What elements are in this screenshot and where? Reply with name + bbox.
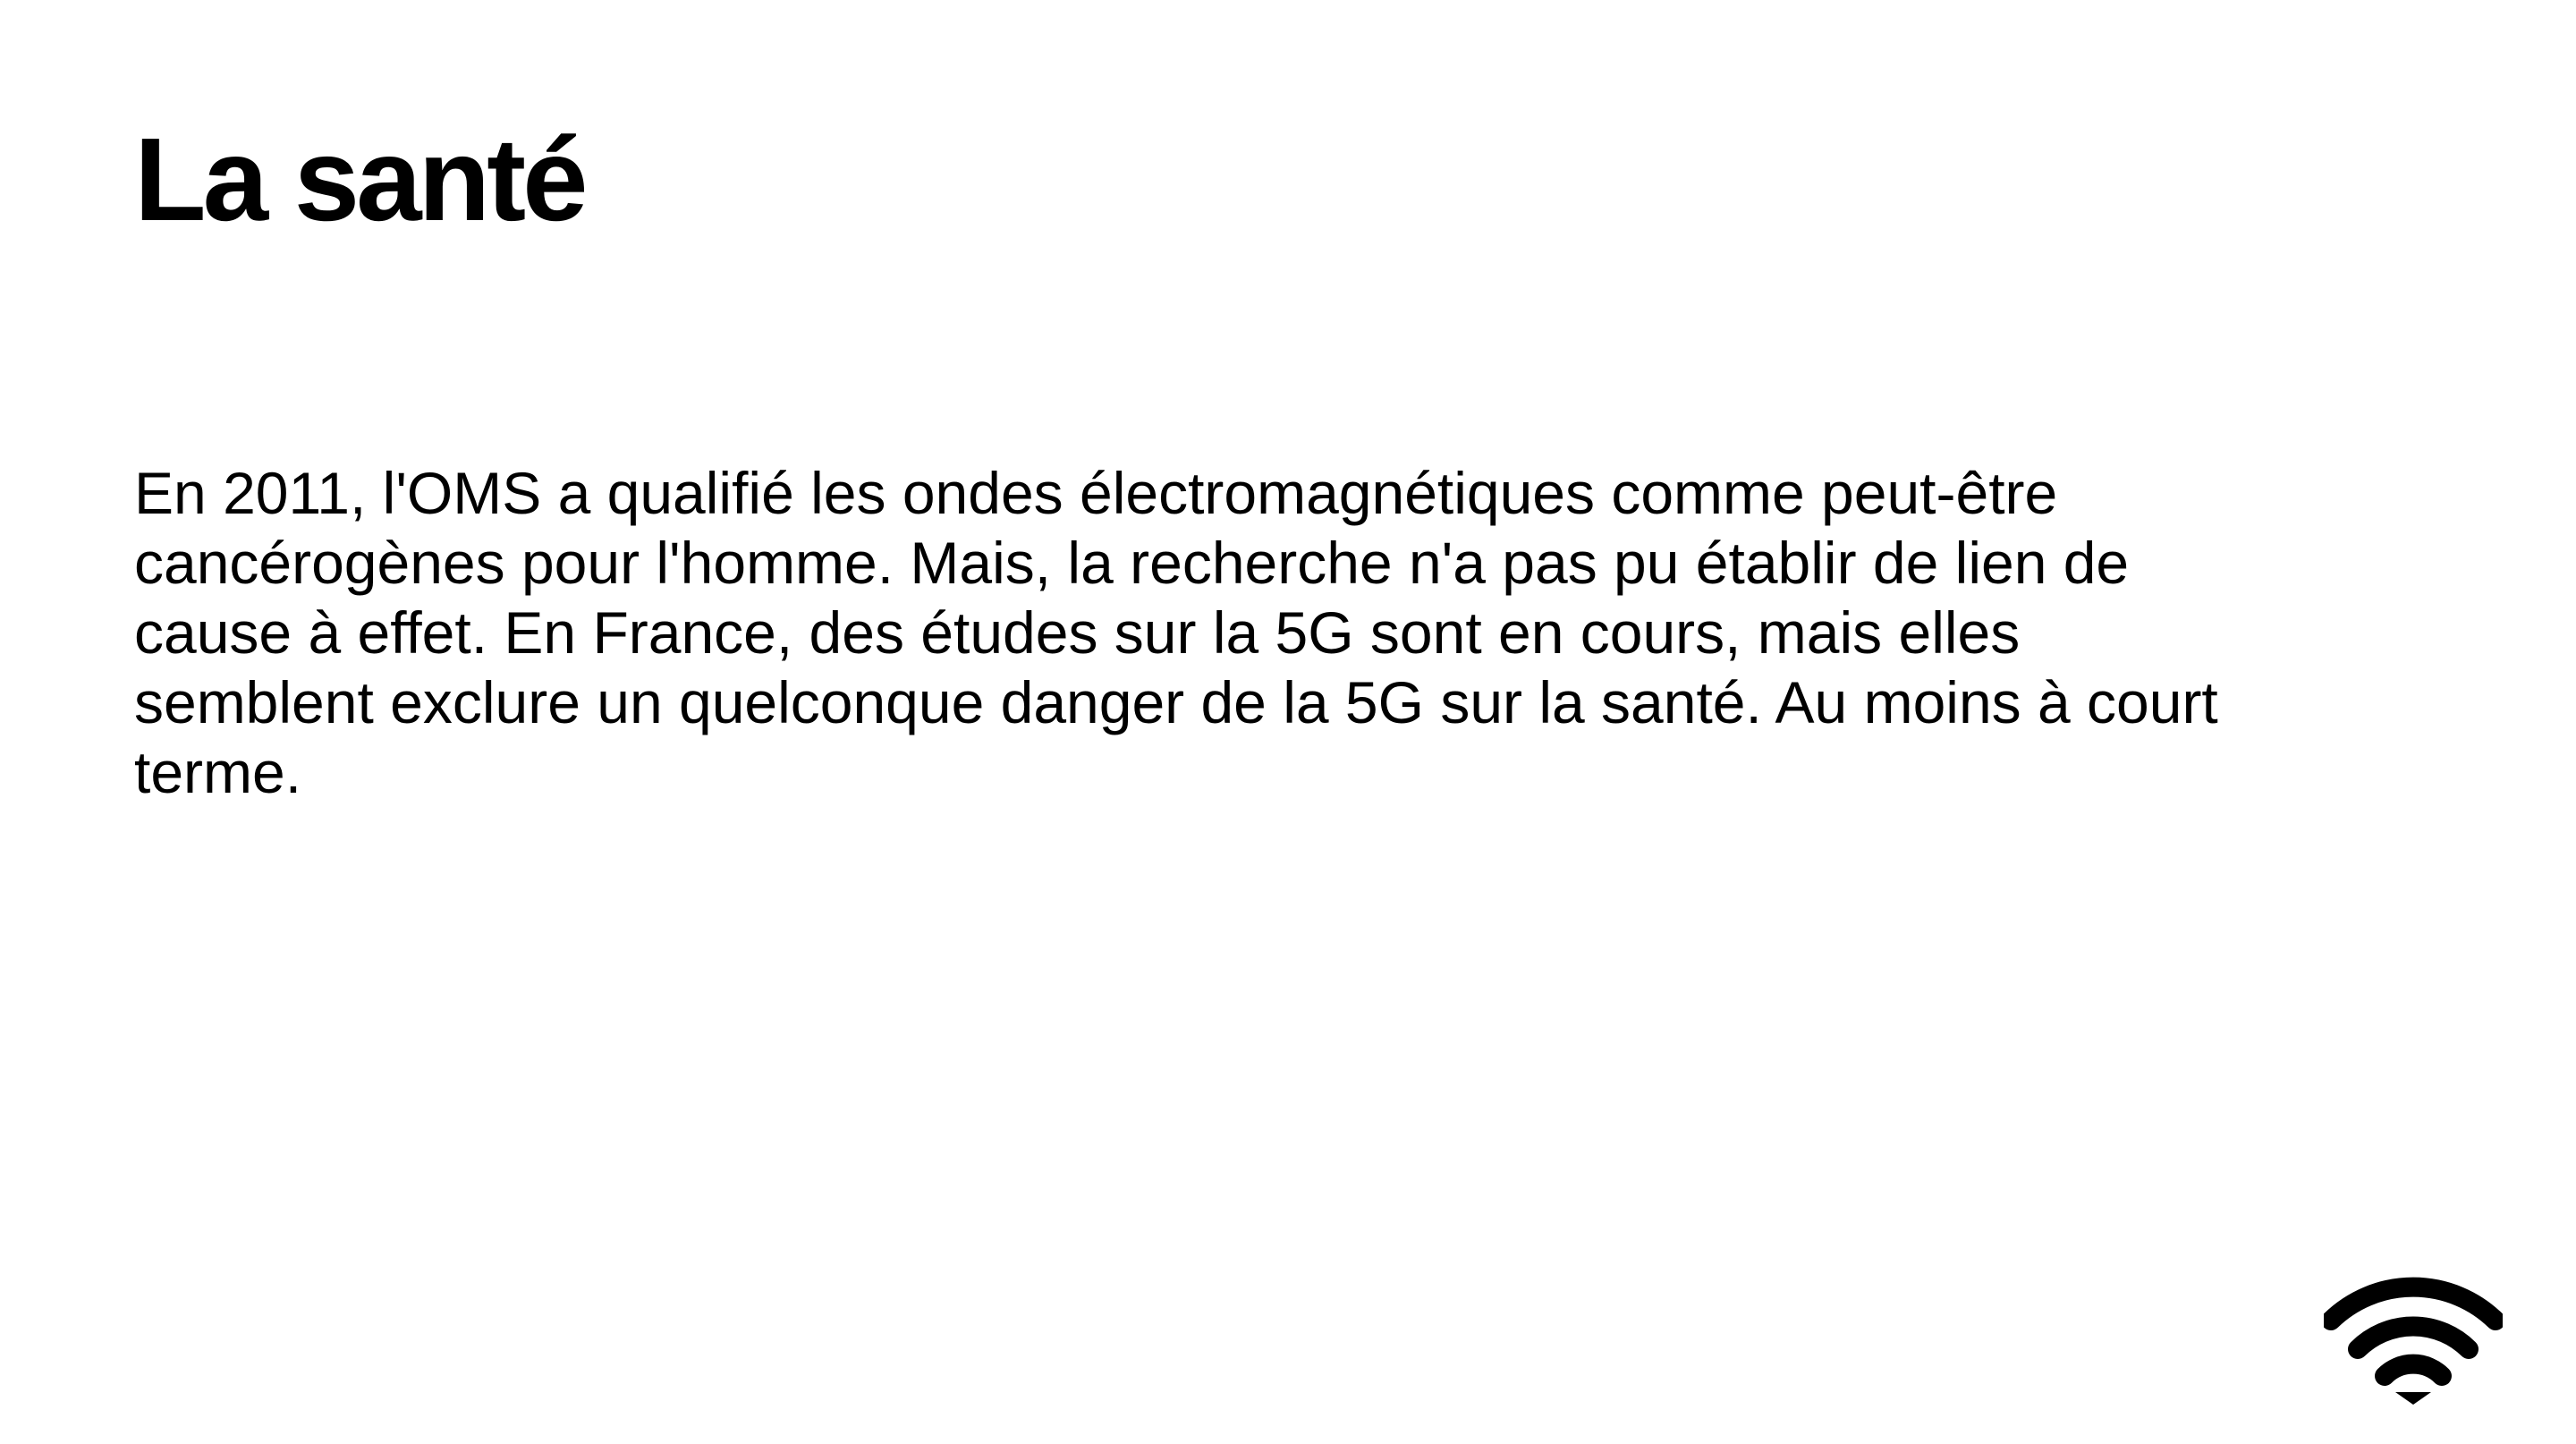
slide: La santé En 2011, l'OMS a qualifié les o… <box>0 0 2576 1444</box>
body-line-5: terme. <box>134 739 302 805</box>
slide-title: La santé <box>134 114 589 245</box>
slide-body: En 2011, l'OMS a qualifié les ondes élec… <box>134 458 2496 807</box>
wifi-icon <box>2324 1277 2503 1405</box>
body-line-2: cancérogènes pour l'homme. Mais, la rech… <box>134 530 2130 596</box>
body-line-4: semblent exclure un quelconque danger de… <box>134 669 2218 735</box>
body-line-1: En 2011, l'OMS a qualifié les ondes élec… <box>134 460 2058 526</box>
body-line-3: cause à effet. En France, des études sur… <box>134 599 2021 666</box>
